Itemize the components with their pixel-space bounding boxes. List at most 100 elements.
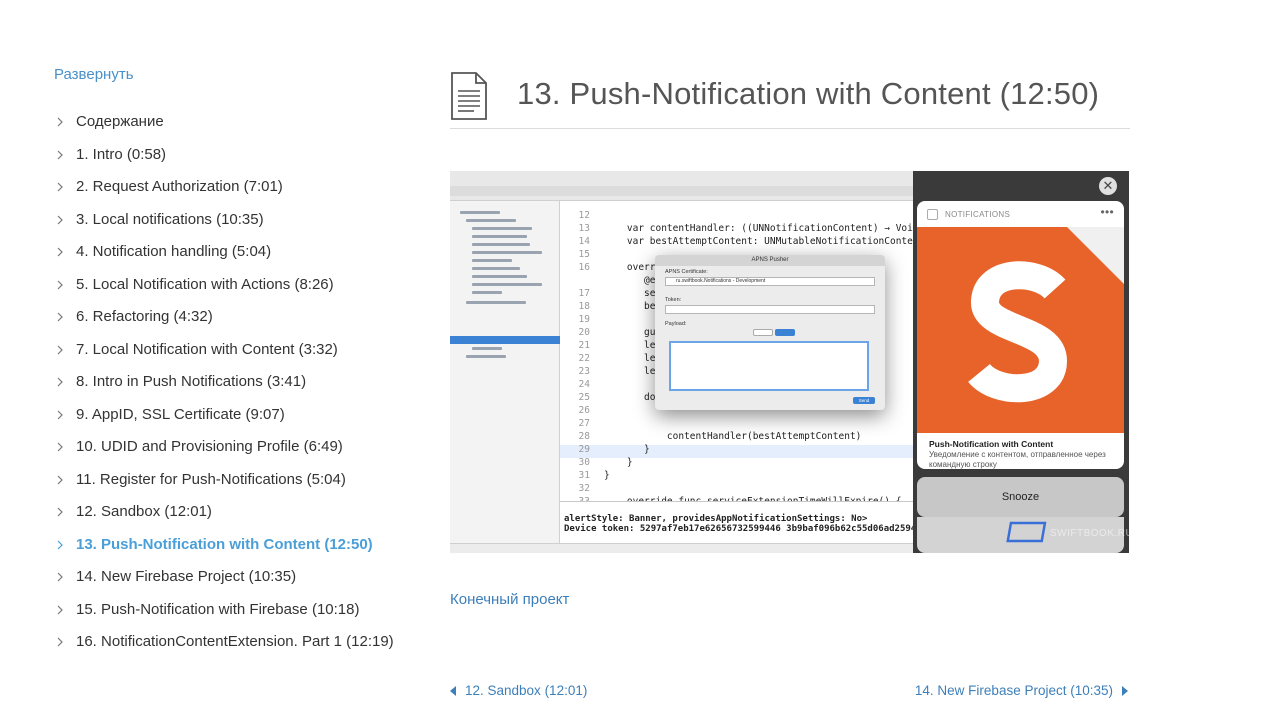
toc-item[interactable]: 10. UDID and Provisioning Profile (6:49) — [54, 435, 394, 458]
chevron-right-icon — [57, 565, 67, 588]
console-line: Device token: 5297af7eb17e62656732599446… — [564, 524, 928, 534]
toc-item[interactable]: 7. Local Notification with Content (3:32… — [54, 338, 394, 361]
toc-item[interactable]: 8. Intro in Push Notifications (3:41) — [54, 370, 394, 393]
code-line: 30 } — [560, 456, 936, 469]
toc-item[interactable]: 6. Refactoring (4:32) — [54, 305, 394, 328]
line-number: 14 — [578, 236, 590, 247]
chevron-right-icon — [57, 305, 67, 328]
divider — [450, 128, 1130, 129]
notification-image — [917, 227, 1124, 433]
sidebar: Развернуть Содержание 1. Intro (0:58) 2. R… — [54, 66, 394, 663]
code-line: 27 — [560, 417, 936, 430]
toc-item[interactable]: 4. Notification handling (5:04) — [54, 240, 394, 263]
toc-item[interactable]: 3. Local notifications (10:35) — [54, 208, 394, 231]
lesson-header: 13. Push-Notification with Content (12:5… — [450, 60, 1130, 128]
line-number: 12 — [578, 210, 590, 221]
chevron-right-icon — [57, 208, 67, 231]
chevron-right-icon — [57, 338, 67, 361]
toc-item[interactable]: 15. Push-Notification with Firebase (10:… — [54, 598, 394, 621]
prev-lesson-label: 12. Sandbox (12:01) — [465, 683, 588, 698]
next-lesson-label: 14. New Firebase Project (10:35) — [914, 683, 1113, 698]
chevron-right-icon — [57, 468, 67, 491]
toc-item[interactable]: 1. Intro (0:58) — [54, 143, 394, 166]
code-line-text: bes — [604, 301, 662, 312]
notification-card: NOTIFICATIONS ••• Push-Notification with… — [917, 201, 1124, 469]
line-number: 27 — [578, 418, 590, 429]
toc-item-label: 16. NotificationContentExtension. Part 1… — [76, 633, 394, 650]
toc-item[interactable]: 5. Local Notification with Actions (8:26… — [54, 273, 394, 296]
line-number: 31 — [578, 470, 590, 481]
code-line-text: contentHandler(bestAttemptContent) — [604, 431, 862, 442]
toc-item[interactable]: 14. New Firebase Project (10:35) — [54, 565, 394, 588]
line-number: 19 — [578, 314, 590, 325]
toc-item-label: 8. Intro in Push Notifications (3:41) — [76, 373, 307, 390]
simulator-screen: ✕ NOTIFICATIONS ••• Push-Notification wi… — [913, 171, 1129, 553]
close-icon: ✕ — [1099, 177, 1117, 195]
line-number: 29 — [578, 444, 590, 455]
xcode-navigator — [450, 201, 560, 553]
line-number: 23 — [578, 366, 590, 377]
toc-item-label: 14. New Firebase Project (10:35) — [76, 568, 297, 585]
notification-title: Push-Notification with Content — [929, 439, 1054, 449]
prev-lesson-link[interactable]: 12. Sandbox (12:01) — [450, 683, 587, 698]
expand-link[interactable]: Развернуть — [54, 66, 134, 83]
dialog-token-field — [665, 305, 875, 314]
chevron-right-icon — [57, 110, 67, 133]
line-number: 30 — [578, 457, 590, 468]
code-line: 12 — [560, 209, 936, 222]
code-line-text: gua — [604, 327, 662, 338]
toc-item[interactable]: 9. AppID, SSL Certificate (9:07) — [54, 403, 394, 426]
toc-item-label: 13. Push-Notification with Content (12:5… — [76, 535, 373, 553]
code-line-text: let — [604, 366, 662, 377]
line-number: 13 — [578, 223, 590, 234]
code-line-text: let — [604, 353, 662, 364]
code-line: 13 var contentHandler: ((UNNotificationC… — [560, 222, 936, 235]
notification-header: NOTIFICATIONS ••• — [917, 201, 1124, 227]
toc-item[interactable]: Содержание — [54, 110, 394, 133]
code-line: 14 var bestAttemptContent: UNMutableNoti… — [560, 235, 936, 248]
toc-item-label: 2. Request Authorization (7:01) — [76, 178, 283, 195]
toc-item-label: 9. AppID, SSL Certificate (9:07) — [76, 405, 285, 423]
line-number: 22 — [578, 353, 590, 364]
line-number: 21 — [578, 340, 590, 351]
code-line-text: } — [604, 470, 610, 481]
toc-item[interactable]: 12. Sandbox (12:01) — [54, 500, 394, 523]
dialog-cert-label: APNS Certificate: — [665, 269, 708, 275]
toc-item[interactable]: 16. NotificationContentExtension. Part 1… — [54, 630, 394, 653]
line-number: 20 — [578, 327, 590, 338]
chevron-right-icon — [57, 370, 67, 393]
code-line-text: } — [604, 444, 650, 455]
line-number: 28 — [578, 431, 590, 442]
toc-item[interactable]: 13. Push-Notification with Content (12:5… — [54, 533, 394, 556]
video-player[interactable]: 12 13 var contentHandler: ((UNNotificatio… — [450, 171, 1129, 553]
document-icon — [450, 71, 488, 121]
dialog-payload-label: Payload: — [665, 321, 687, 327]
swiftbook-logo — [917, 227, 1124, 433]
code-line-text: dow — [604, 392, 662, 403]
arrow-left-icon — [450, 685, 456, 696]
line-number: 24 — [578, 379, 590, 390]
line-number: 16 — [578, 262, 590, 273]
code-line-text: var contentHandler: ((UNNotificationCont… — [604, 223, 931, 234]
toc-item-label: 11. Register for Push-Notifications (5:0… — [76, 470, 346, 488]
snooze-action: Snooze — [917, 477, 1124, 517]
final-project-link[interactable]: Конечный проект — [450, 591, 569, 608]
toc-item-label: 4. Notification handling (5:04) — [76, 243, 272, 260]
chevron-right-icon — [57, 143, 67, 166]
apns-pusher-dialog: APNS Pusher APNS Certificate: ru.swiftbo… — [655, 255, 885, 410]
xcode-tab-bar — [450, 186, 913, 196]
chevron-right-icon — [57, 240, 67, 263]
chevron-right-icon — [57, 175, 67, 198]
toc-item[interactable]: 2. Request Authorization (7:01) — [54, 175, 394, 198]
notification-app-name: NOTIFICATIONS — [945, 210, 1011, 219]
toc-item-label: 10. UDID and Provisioning Profile (6:49) — [76, 438, 343, 455]
next-lesson-link[interactable]: 14. New Firebase Project (10:35) — [915, 683, 1128, 698]
navigator-selected-row — [450, 336, 560, 344]
code-line-text: @es — [604, 275, 662, 286]
toc-item[interactable]: 11. Register for Push-Notifications (5:0… — [54, 468, 394, 491]
chevron-right-icon — [57, 630, 67, 653]
main-content: 13. Push-Notification with Content (12:5… — [450, 60, 1130, 129]
dialog-toggle-sandbox — [753, 329, 773, 336]
chevron-right-icon — [57, 533, 67, 556]
code-line: 28 contentHandler(bestAttemptContent) — [560, 430, 936, 443]
